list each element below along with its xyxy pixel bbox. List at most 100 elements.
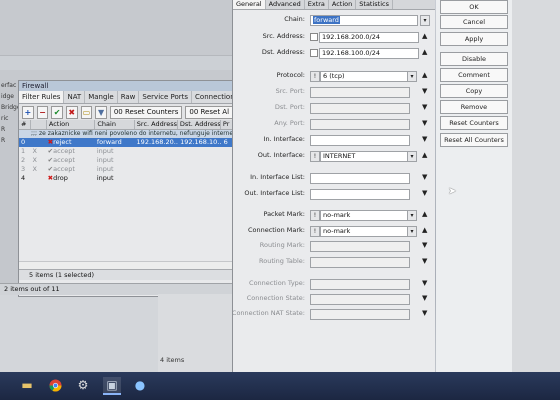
- comment-icon[interactable]: ▭: [80, 105, 93, 119]
- expand-icon[interactable]: ▼: [422, 87, 427, 96]
- app-icon[interactable]: ●: [131, 377, 149, 393]
- connection-mark-field[interactable]: no-mark: [320, 226, 410, 237]
- in-interface-list-field[interactable]: [310, 173, 410, 184]
- protocol-field[interactable]: 6 (tcp): [320, 71, 410, 82]
- collapse-icon[interactable]: ▲: [422, 210, 427, 219]
- dst-address-field[interactable]: 192.168.100.0/24: [319, 48, 419, 59]
- add-icon[interactable]: +: [22, 105, 34, 119]
- tab-extra[interactable]: Extra: [305, 0, 329, 9]
- side-panel-item[interactable]: R: [0, 124, 18, 135]
- expand-icon[interactable]: ▼: [422, 294, 427, 303]
- file-explorer-icon[interactable]: ▬: [18, 377, 36, 393]
- routing-table-field[interactable]: [310, 257, 410, 268]
- expand-icon[interactable]: ▼: [422, 135, 427, 144]
- any-port-field[interactable]: [310, 119, 410, 130]
- tab-filter-rules[interactable]: Filter Rules: [19, 91, 65, 103]
- table-row[interactable]: 0 ✖reject forward 192.168.20... 192.168.…: [19, 138, 233, 147]
- side-panel-item[interactable]: R: [0, 135, 18, 146]
- table-row[interactable]: 4 ✖drop input: [19, 174, 233, 183]
- protocol-invert-icon[interactable]: !: [310, 71, 320, 82]
- remove-icon[interactable]: −: [36, 105, 49, 119]
- column-header[interactable]: Action: [47, 120, 96, 129]
- row-number: 2: [21, 156, 26, 164]
- side-panel-item[interactable]: erfac: [0, 80, 18, 91]
- cancel-button[interactable]: Cancel: [440, 15, 508, 29]
- column-header[interactable]: Src. Address: [135, 120, 178, 129]
- collapse-icon[interactable]: ▲: [422, 226, 427, 235]
- tab-statistics[interactable]: Statistics: [356, 0, 393, 9]
- expand-icon[interactable]: ▼: [422, 103, 427, 112]
- apply-button[interactable]: Apply: [440, 32, 508, 46]
- side-panel-item[interactable]: ric: [0, 113, 18, 124]
- dst-address-invert-checkbox[interactable]: [310, 49, 318, 57]
- src-address-invert-checkbox[interactable]: [310, 33, 318, 41]
- collapse-icon[interactable]: ▲: [422, 71, 427, 80]
- chain-dropdown-icon[interactable]: ▾: [420, 15, 430, 26]
- out-interface-list-field[interactable]: [310, 189, 410, 200]
- out-interface-list-row: Out. Interface List: ▼: [233, 188, 435, 200]
- packet-mark-field[interactable]: no-mark: [320, 210, 410, 221]
- copy-button[interactable]: Copy: [440, 84, 508, 98]
- packet-mark-invert-icon[interactable]: !: [310, 210, 320, 221]
- table-row[interactable]: 3 X ✔accept input: [19, 165, 233, 174]
- column-header[interactable]: #: [19, 120, 32, 129]
- remove-button[interactable]: Remove: [440, 100, 508, 114]
- table-row[interactable]: 2 X ✔accept input: [19, 156, 233, 165]
- tab-general[interactable]: General: [233, 0, 266, 9]
- reset-all-counters-button[interactable]: 00 Reset Al: [185, 105, 234, 119]
- tab-advanced[interactable]: Advanced: [266, 0, 305, 9]
- src-port-field[interactable]: [310, 87, 410, 98]
- tab-service-ports[interactable]: Service Ports: [139, 91, 193, 103]
- enable-icon[interactable]: ✔: [51, 105, 63, 119]
- expand-icon[interactable]: ▼: [422, 119, 427, 128]
- connection-state-field[interactable]: [310, 294, 410, 305]
- collapse-icon[interactable]: ▲: [422, 151, 427, 160]
- expand-icon[interactable]: ▼: [422, 279, 427, 288]
- expand-icon[interactable]: ▼: [422, 189, 427, 198]
- horizontal-scrollbar[interactable]: [19, 261, 233, 269]
- out-interface-field[interactable]: INTERNET: [320, 151, 410, 162]
- out-interface-dropdown-icon[interactable]: ▾: [407, 151, 417, 162]
- reset-counters-button[interactable]: Reset Counters: [440, 116, 508, 130]
- side-panel-item[interactable]: idge: [0, 91, 18, 102]
- expand-icon[interactable]: ▼: [422, 257, 427, 266]
- ok-button[interactable]: OK: [440, 0, 508, 14]
- reset-all-counters-button[interactable]: Reset All Counters: [440, 133, 508, 147]
- routing-mark-field[interactable]: [310, 241, 410, 252]
- disable-button[interactable]: Disable: [440, 52, 508, 66]
- rule-dialog: General Advanced Extra Action Statistics…: [232, 0, 435, 372]
- collapse-icon[interactable]: ▲: [422, 32, 427, 41]
- column-header[interactable]: Chain: [95, 120, 135, 129]
- tab-nat[interactable]: NAT: [64, 91, 86, 103]
- expand-icon[interactable]: ▼: [422, 173, 427, 182]
- collapse-icon[interactable]: ▲: [422, 48, 427, 57]
- dst-address-row: Dst. Address: 192.168.100.0/24 ▲: [233, 47, 435, 59]
- protocol-dropdown-icon[interactable]: ▾: [407, 71, 417, 82]
- comment-button[interactable]: Comment: [440, 68, 508, 82]
- in-interface-field[interactable]: [310, 135, 410, 146]
- dst-port-field[interactable]: [310, 103, 410, 114]
- expand-icon[interactable]: ▼: [422, 309, 427, 318]
- winbox-icon[interactable]: ▣: [103, 377, 121, 395]
- settings-gear-icon[interactable]: ⚙: [74, 377, 92, 393]
- connection-nat-state-field[interactable]: [310, 309, 410, 320]
- reset-counters-button[interactable]: 00 Reset Counters: [109, 105, 183, 119]
- disable-icon[interactable]: ✖: [65, 105, 78, 119]
- expand-icon[interactable]: ▼: [422, 241, 427, 250]
- table-row[interactable]: 1 X ✔accept input: [19, 147, 233, 156]
- chrome-icon[interactable]: [46, 377, 64, 393]
- packet-mark-dropdown-icon[interactable]: ▾: [407, 210, 417, 221]
- tab-raw[interactable]: Raw: [118, 91, 140, 103]
- filter-icon[interactable]: ▼: [95, 105, 107, 119]
- chain-field[interactable]: forward: [310, 15, 418, 26]
- connection-mark-invert-icon[interactable]: !: [310, 226, 320, 237]
- connection-mark-dropdown-icon[interactable]: ▾: [407, 226, 417, 237]
- src-address-field[interactable]: 192.168.200.0/24: [319, 32, 419, 43]
- tab-action[interactable]: Action: [329, 0, 357, 9]
- tab-mangle[interactable]: Mangle: [85, 91, 118, 103]
- column-header[interactable]: Dst. Address: [178, 120, 221, 129]
- side-panel-item[interactable]: Bridge: [0, 102, 21, 113]
- connection-type-field[interactable]: [310, 279, 410, 290]
- out-interface-invert-icon[interactable]: !: [310, 151, 320, 162]
- side-panel: erfac idge Bridge ric R R: [0, 80, 21, 285]
